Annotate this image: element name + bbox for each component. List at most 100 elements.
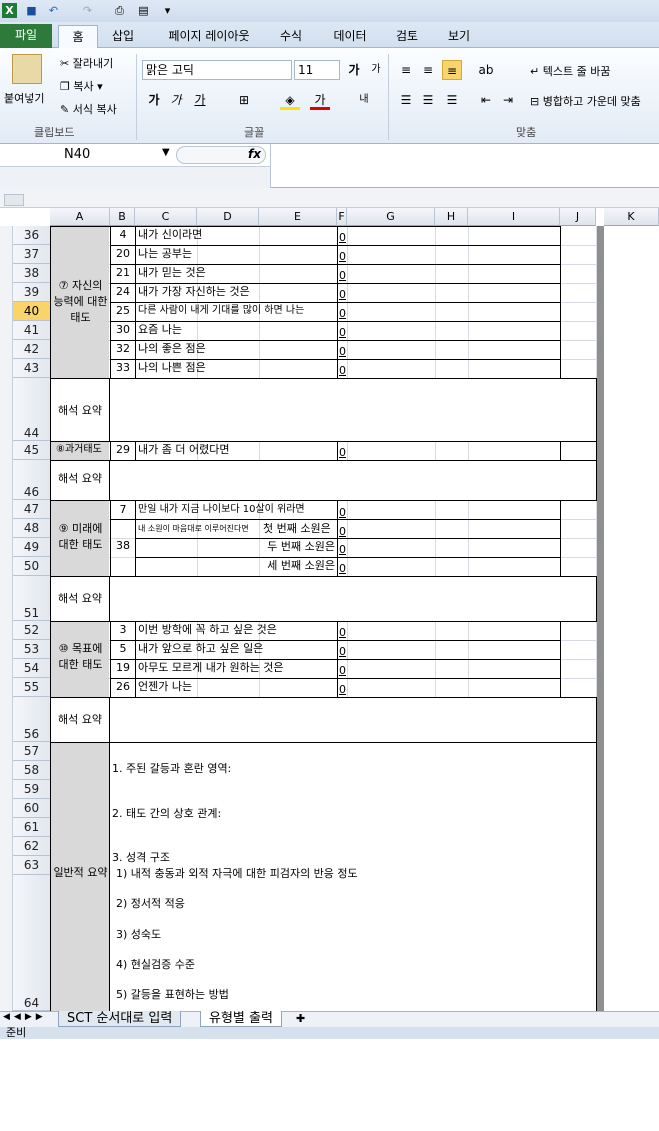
row-header-39[interactable]: 39 <box>13 283 50 302</box>
future-v1[interactable]: 0 <box>339 504 346 522</box>
future-v4[interactable]: 0 <box>339 560 346 578</box>
row-header-61[interactable]: 61 <box>13 818 50 837</box>
redo-icon[interactable]: ↷ <box>80 3 95 18</box>
name-box[interactable]: N40 <box>0 144 170 166</box>
align-center-icon[interactable]: ☰ <box>418 90 438 110</box>
sheet-nav-icon[interactable]: ◀◀▶▶ <box>3 1012 47 1022</box>
row-header-40[interactable]: 40 <box>13 302 50 321</box>
row-header-50[interactable]: 50 <box>13 557 50 576</box>
row-header-60[interactable]: 60 <box>13 799 50 818</box>
row-header-57[interactable]: 57 <box>13 742 50 761</box>
goal-response[interactable]: 0 <box>339 662 346 680</box>
row-header-42[interactable]: 42 <box>13 340 50 359</box>
tab-formulas[interactable]: 수식 <box>272 25 310 48</box>
customize-qat-icon[interactable]: ▾ <box>160 3 175 18</box>
increase-indent-icon[interactable]: ⇥ <box>498 90 518 110</box>
insert-function-icon[interactable]: fx <box>248 147 261 161</box>
cut-button[interactable]: ✂ 잘라내기 <box>60 55 113 71</box>
font-name-select[interactable]: 맑은 고딕 <box>142 60 292 80</box>
item-response[interactable]: 0 <box>339 267 346 285</box>
tab-review[interactable]: 검토 <box>388 25 426 48</box>
row-header-54[interactable]: 54 <box>13 659 50 678</box>
border-icon[interactable]: ⊞ <box>234 90 254 110</box>
col-header-b[interactable]: B <box>110 208 135 226</box>
goal-response[interactable]: 0 <box>339 681 346 699</box>
row-header-46[interactable]: 46 <box>13 460 50 500</box>
align-bottom-icon[interactable]: ≡ <box>442 60 462 80</box>
row-header-36[interactable]: 36 <box>13 226 50 245</box>
tab-file[interactable]: 파일 <box>0 24 52 48</box>
row-header-37[interactable]: 37 <box>13 245 50 264</box>
phonetic-icon[interactable]: 내 <box>354 90 374 110</box>
col-header-g[interactable]: G <box>347 208 435 226</box>
col-header-f[interactable]: F <box>337 208 347 226</box>
past-value[interactable]: 0 <box>339 444 346 462</box>
font-size-select[interactable]: 11 <box>294 60 340 80</box>
excel-icon[interactable]: X <box>2 3 17 18</box>
row-header-56[interactable]: 56 <box>13 697 50 742</box>
sheet-tab-type[interactable]: 유형별 출력 <box>200 1011 282 1027</box>
future-v2[interactable]: 0 <box>339 523 346 541</box>
bold-icon[interactable]: 가 <box>144 90 164 110</box>
row-header-62[interactable]: 62 <box>13 837 50 856</box>
item-response[interactable]: 0 <box>339 286 346 304</box>
tab-insert[interactable]: 삽입 <box>104 25 142 48</box>
col-header-d[interactable]: D <box>197 208 259 226</box>
orientation-icon[interactable]: ab <box>476 60 496 80</box>
row-header-51[interactable]: 51 <box>13 576 50 621</box>
paste-icon[interactable] <box>12 54 42 84</box>
name-box-dropdown-icon[interactable]: ▼ <box>162 147 170 158</box>
item-response[interactable]: 0 <box>339 362 346 380</box>
row-header-64[interactable]: 64 <box>13 875 50 1011</box>
tab-data[interactable]: 데이터 <box>326 25 374 48</box>
tab-view[interactable]: 보기 <box>440 25 478 48</box>
col-header-i[interactable]: I <box>468 208 560 226</box>
row-header-48[interactable]: 48 <box>13 519 50 538</box>
row-header-47[interactable]: 47 <box>13 500 50 519</box>
item-response[interactable]: 0 <box>339 343 346 361</box>
row-header-63[interactable]: 63 <box>13 856 50 875</box>
paste-button[interactable]: 붙여넣기 <box>4 90 44 106</box>
goal-response[interactable]: 0 <box>339 624 346 642</box>
col-header-k[interactable]: K <box>604 208 659 226</box>
fill-color-icon[interactable]: ◈ <box>280 90 300 110</box>
copy-button[interactable]: ❐ 복사 ▾ <box>60 78 103 94</box>
goal-response[interactable]: 0 <box>339 643 346 661</box>
sheet-tab-sct[interactable]: SCT 순서대로 입력 <box>58 1011 182 1027</box>
future-v3[interactable]: 0 <box>339 541 346 559</box>
quick-print-icon[interactable]: ▤ <box>136 3 151 18</box>
save-icon[interactable]: ■ <box>24 3 39 18</box>
decrease-indent-icon[interactable]: ⇤ <box>476 90 496 110</box>
item-response[interactable]: 0 <box>339 305 346 323</box>
row-header-59[interactable]: 59 <box>13 780 50 799</box>
row-header-38[interactable]: 38 <box>13 264 50 283</box>
grow-font-icon[interactable]: 가 <box>344 60 364 80</box>
merge-center-button[interactable]: ⊟ 병합하고 가운데 맞춤 <box>530 93 641 109</box>
tab-page-layout[interactable]: 페이지 레이아웃 <box>156 25 262 48</box>
align-right-icon[interactable]: ☰ <box>442 90 462 110</box>
select-all-corner[interactable] <box>4 194 24 206</box>
row-header-52[interactable]: 52 <box>13 621 50 640</box>
align-middle-icon[interactable]: ≡ <box>418 60 438 80</box>
tab-home[interactable]: 홈 <box>58 25 98 48</box>
col-header-j[interactable]: J <box>560 208 596 226</box>
shrink-font-icon[interactable]: 가 <box>366 60 386 80</box>
row-header-44[interactable]: 44 <box>13 378 50 441</box>
print-preview-icon[interactable]: ⎙ <box>112 3 127 18</box>
align-top-icon[interactable]: ≡ <box>396 60 416 80</box>
italic-icon[interactable]: 가 <box>166 90 186 110</box>
format-painter-button[interactable]: ✎ 서식 복사 <box>60 101 117 117</box>
row-header-43[interactable]: 43 <box>13 359 50 378</box>
item-response[interactable]: 0 <box>339 248 346 266</box>
col-header-c[interactable]: C <box>135 208 197 226</box>
row-header-49[interactable]: 49 <box>13 538 50 557</box>
row-header-58[interactable]: 58 <box>13 761 50 780</box>
row-header-55[interactable]: 55 <box>13 678 50 697</box>
worksheet[interactable]: A B C D E F G H I J K 36 37 38 39 40 41 42 43 44… <box>0 188 659 1012</box>
item-response[interactable]: 0 <box>339 229 346 247</box>
new-sheet-icon[interactable]: ✚ <box>296 1012 305 1025</box>
undo-icon[interactable]: ↶ <box>46 3 61 18</box>
font-color-icon[interactable]: 가 <box>310 90 330 110</box>
item-response[interactable]: 0 <box>339 324 346 342</box>
formula-input[interactable] <box>270 144 659 188</box>
